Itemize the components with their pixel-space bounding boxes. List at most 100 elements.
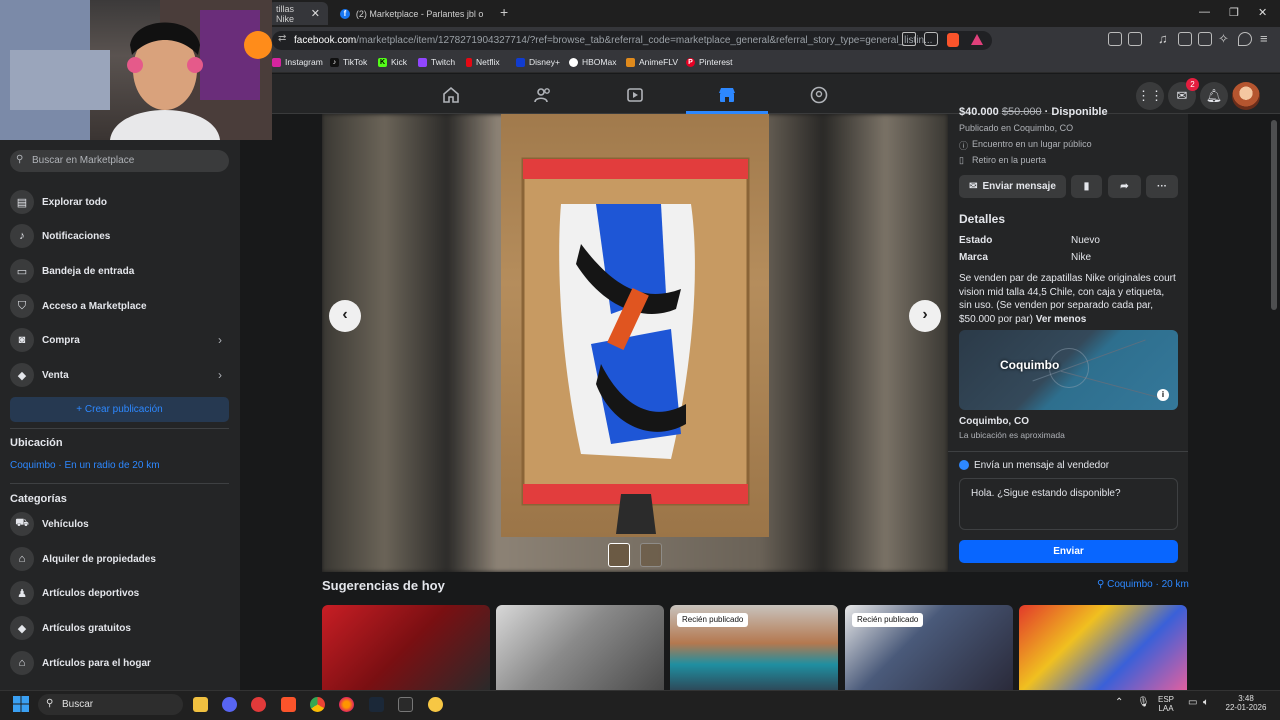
brave-rewards-icon[interactable] bbox=[971, 34, 983, 45]
bookmark-tiktok[interactable]: ♪ TikTok bbox=[330, 57, 367, 67]
extensions-icon[interactable] bbox=[1108, 32, 1122, 46]
chrome-icon[interactable] bbox=[310, 697, 325, 712]
taskbar-search[interactable]: Buscar bbox=[38, 694, 183, 715]
create-listing-button[interactable]: + Crear publicación bbox=[10, 397, 229, 422]
send-button[interactable]: Enviar bbox=[959, 540, 1178, 563]
category-rentals[interactable]: ⌂ Alquiler de propiedades bbox=[0, 544, 240, 574]
app-icon[interactable] bbox=[428, 697, 443, 712]
map-info-icon[interactable]: i bbox=[1157, 389, 1169, 401]
suggestion-card[interactable] bbox=[322, 605, 490, 690]
file-explorer-icon[interactable] bbox=[193, 697, 208, 712]
vpn-icon[interactable] bbox=[1238, 32, 1252, 46]
kick-icon: K bbox=[378, 57, 387, 67]
menu-grid-icon[interactable]: ⋮⋮ bbox=[1136, 82, 1164, 110]
bookmark-label: Pinterest bbox=[699, 57, 733, 67]
bookmark-twitch[interactable]: Twitch bbox=[418, 57, 455, 67]
sidebar-item-sell[interactable]: ◆ Venta › bbox=[0, 360, 240, 390]
shield-icon: ⛉ bbox=[10, 294, 34, 318]
sidebar-item-explore[interactable]: ▤ Explorar todo bbox=[0, 187, 240, 217]
marketplace-icon[interactable] bbox=[718, 86, 736, 104]
groups-icon[interactable] bbox=[810, 86, 828, 104]
category-home[interactable]: ⌂ Artículos para el hogar bbox=[0, 648, 240, 678]
tray-overflow-icon[interactable]: ⌃ bbox=[1115, 697, 1123, 708]
bookmark-netflix[interactable]: Netflix bbox=[466, 57, 500, 67]
see-less-link[interactable]: Ver menos bbox=[1036, 314, 1087, 325]
site-info-icon[interactable]: ⇄ bbox=[278, 33, 286, 44]
tab-nike[interactable]: tillas Nike ✕ bbox=[268, 2, 328, 25]
media-player-icon[interactable] bbox=[251, 697, 266, 712]
house-icon: ⌂ bbox=[10, 547, 34, 571]
leo-ai-icon[interactable]: ✧ bbox=[1218, 31, 1229, 47]
cast-icon[interactable] bbox=[902, 32, 916, 46]
category-label: Artículos para el hogar bbox=[42, 657, 151, 669]
category-sports[interactable]: ♟ Artículos deportivos bbox=[0, 578, 240, 608]
friends-icon[interactable] bbox=[534, 86, 552, 104]
message-textarea[interactable]: Hola. ¿Sigue estando disponible? bbox=[959, 478, 1178, 530]
sidebar-item-buy[interactable]: ◙ Compra › bbox=[0, 325, 240, 355]
close-window-icon[interactable]: ✕ bbox=[1258, 6, 1267, 19]
bookmark-label: AnimeFLV bbox=[639, 57, 679, 67]
photo-thumbnail[interactable] bbox=[640, 543, 662, 567]
detail-key-condition: Estado bbox=[959, 235, 993, 246]
category-free[interactable]: ◆ Artículos gratuitos bbox=[0, 613, 240, 643]
wallet-icon[interactable] bbox=[1198, 32, 1212, 46]
language-indicator[interactable]: ESP LAA bbox=[1158, 695, 1174, 713]
sidebar-item-inbox[interactable]: ▭ Bandeja de entrada bbox=[0, 256, 240, 286]
listing-photo[interactable] bbox=[501, 114, 769, 537]
discord-icon[interactable] bbox=[222, 697, 237, 712]
close-icon[interactable]: ✕ bbox=[311, 7, 320, 20]
bookmark-animeflv[interactable]: AnimeFLV bbox=[626, 57, 678, 67]
video-icon[interactable] bbox=[626, 86, 644, 104]
menu-icon[interactable]: ≡ bbox=[1260, 31, 1268, 46]
more-options-icon[interactable]: ··· bbox=[1146, 175, 1178, 198]
category-vehicles[interactable]: ⛟ Vehículos bbox=[0, 509, 240, 539]
microphone-icon[interactable]: 🎙︎ bbox=[1137, 697, 1150, 708]
minimize-icon[interactable]: — bbox=[1199, 6, 1210, 18]
new-tab-icon[interactable]: + bbox=[500, 4, 508, 20]
home-icon[interactable] bbox=[442, 86, 460, 104]
send-message-button[interactable]: ✉ Enviar mensaje bbox=[959, 175, 1066, 198]
bookmark-instagram[interactable]: Instagram bbox=[272, 57, 323, 67]
firefox-icon[interactable] bbox=[339, 697, 354, 712]
sidebar-toggle-icon[interactable] bbox=[1178, 32, 1192, 46]
sidebar-item-label: Compra bbox=[42, 334, 80, 346]
suggestions-location-link[interactable]: ⚲ Coquimbo · 20 km bbox=[1097, 579, 1189, 590]
system-clock[interactable]: 3:48 22-01-2026 bbox=[1222, 694, 1270, 712]
suggestion-card[interactable] bbox=[1019, 605, 1187, 690]
sidebar-item-notifications[interactable]: ♪ Notificaciones bbox=[0, 221, 240, 251]
photo-thumbnail[interactable] bbox=[608, 543, 630, 567]
scrollbar-thumb[interactable] bbox=[1271, 120, 1277, 310]
url-field[interactable]: facebook.com/marketplace/item/1278271904… bbox=[272, 31, 992, 50]
suggestion-card[interactable] bbox=[496, 605, 664, 690]
save-bookmark-icon[interactable]: ▮ bbox=[1071, 175, 1102, 198]
bookmark-hbomax[interactable]: HBOMax bbox=[569, 57, 616, 67]
screenshot-icon[interactable] bbox=[1128, 32, 1142, 46]
bookmark-pinterest[interactable]: P Pinterest bbox=[686, 57, 733, 67]
steam-icon[interactable] bbox=[369, 697, 384, 712]
previous-photo-button[interactable]: ‹ bbox=[329, 300, 361, 332]
marketplace-search-input[interactable]: Buscar en Marketplace bbox=[10, 150, 229, 172]
notifications-bell-icon[interactable]: 🔔︎ bbox=[1200, 82, 1228, 110]
share-icon[interactable] bbox=[924, 32, 938, 46]
sidebar-item-access[interactable]: ⛉ Acceso a Marketplace bbox=[0, 291, 240, 321]
brave-shield-icon[interactable] bbox=[947, 33, 959, 47]
windows-start-icon[interactable] bbox=[13, 696, 29, 712]
share-arrow-icon[interactable]: ➦ bbox=[1108, 175, 1141, 198]
windows-taskbar bbox=[0, 690, 1280, 720]
music-icon[interactable]: ♫ bbox=[1158, 31, 1168, 46]
categories-heading: Categorías bbox=[10, 493, 67, 505]
epic-games-icon[interactable] bbox=[398, 697, 413, 712]
network-icon[interactable]: ▭ bbox=[1188, 697, 1197, 708]
facebook-icon: f bbox=[340, 8, 350, 19]
bookmark-label: Instagram bbox=[285, 57, 323, 67]
restore-icon[interactable]: ❐ bbox=[1229, 6, 1239, 19]
brave-browser-icon[interactable] bbox=[281, 697, 296, 712]
tab-marketplace[interactable]: f (2) Marketplace - Parlantes jbl origin… bbox=[332, 2, 492, 25]
location-map[interactable] bbox=[959, 330, 1178, 410]
next-photo-button[interactable]: › bbox=[909, 300, 941, 332]
bookmark-kick[interactable]: K Kick bbox=[378, 57, 407, 67]
location-filter-link[interactable]: Coquimbo · En un radio de 20 km bbox=[10, 460, 160, 471]
bookmark-disney[interactable]: Disney+ bbox=[516, 57, 560, 67]
volume-icon[interactable]: 🔈︎ bbox=[1203, 697, 1209, 708]
profile-avatar[interactable] bbox=[1232, 82, 1260, 110]
